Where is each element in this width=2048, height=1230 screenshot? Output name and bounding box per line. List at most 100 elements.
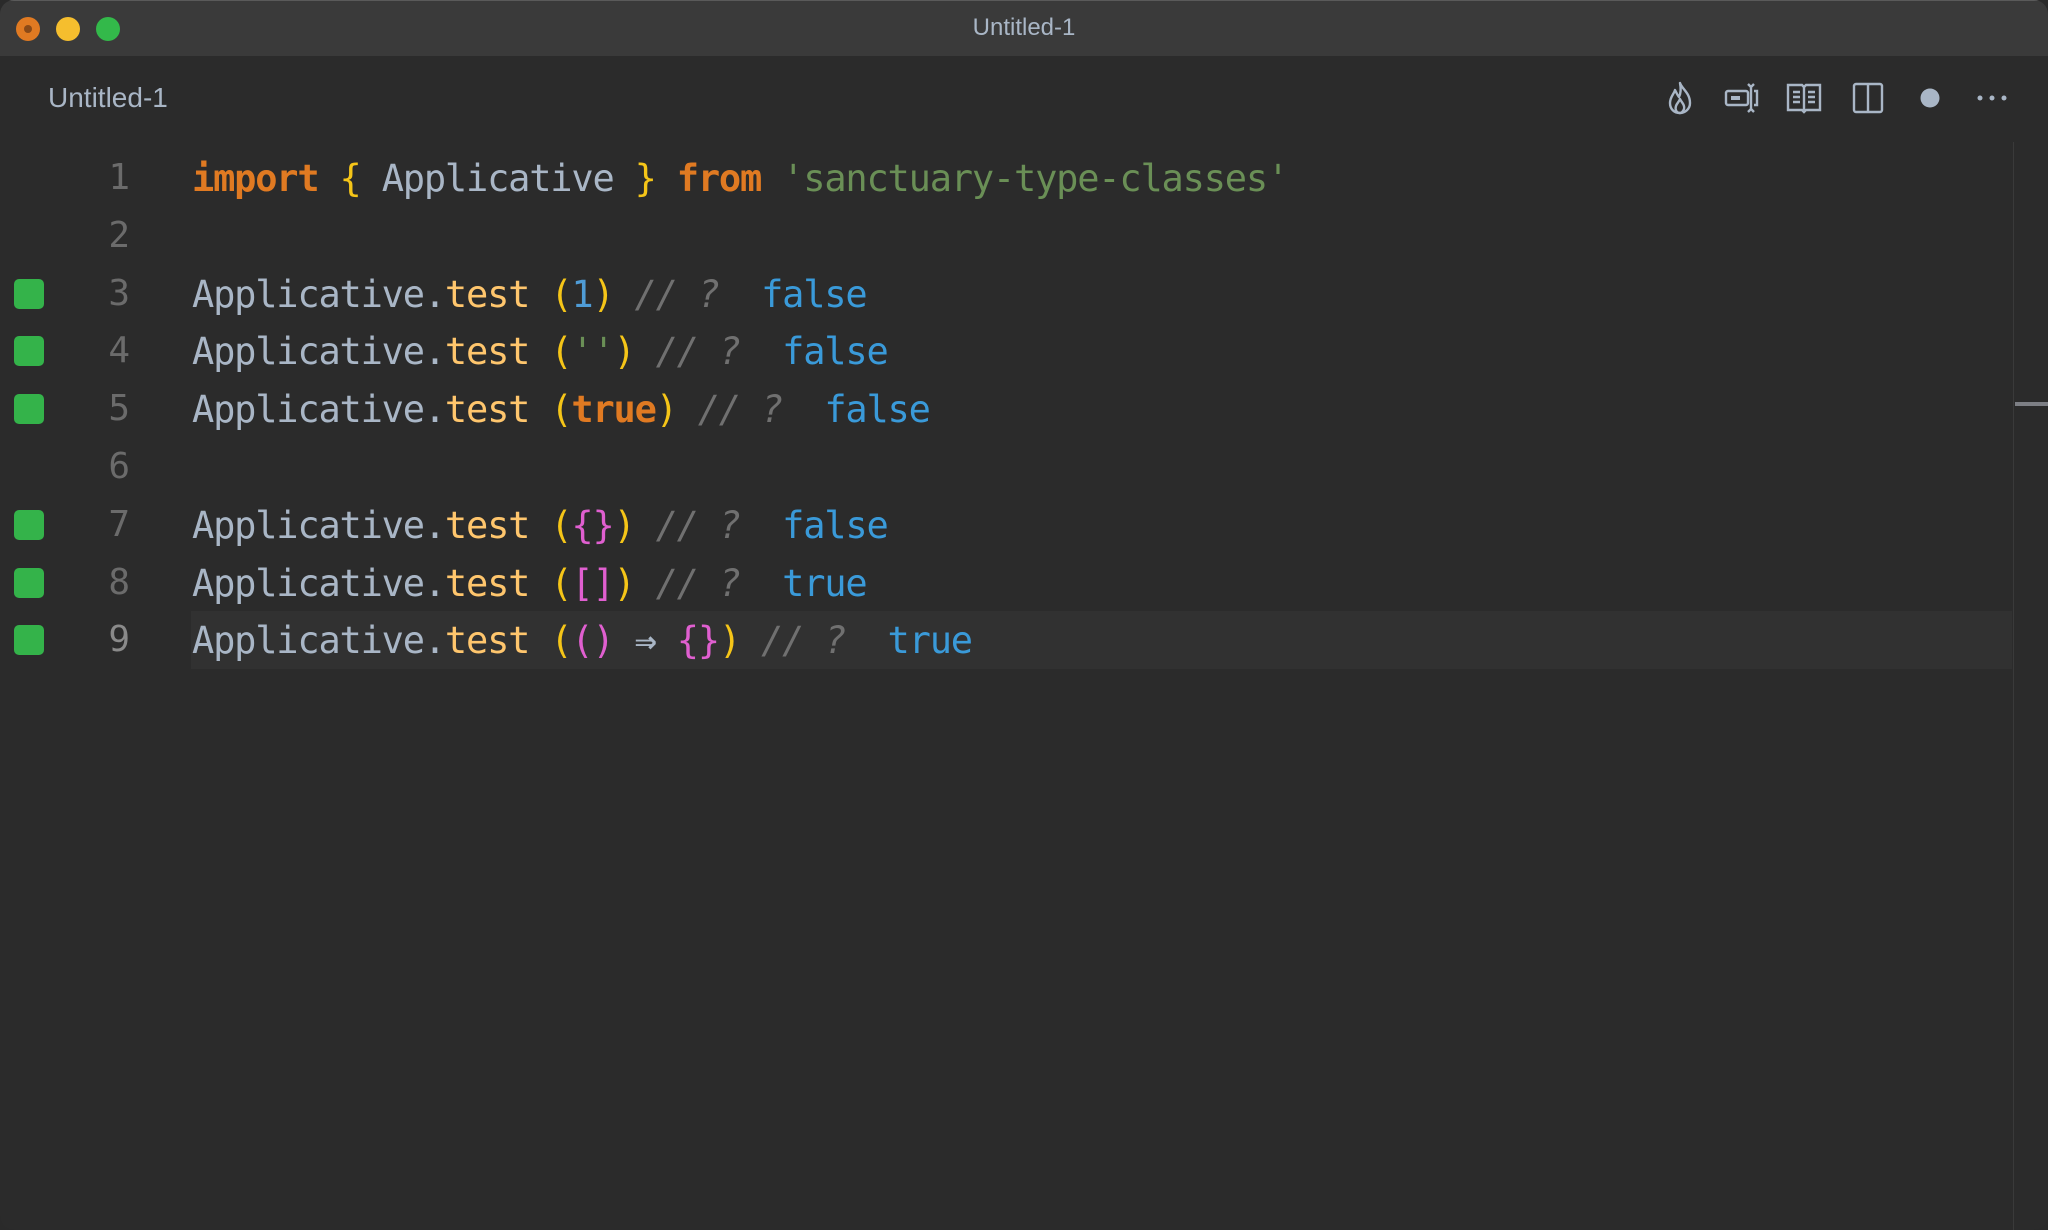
code-token: ) <box>613 561 636 605</box>
coverage-marker-icon[interactable] <box>14 567 44 598</box>
code-token: {} <box>571 503 614 547</box>
code-token: Applicative. <box>192 388 446 432</box>
code-text[interactable]: import { Applicative } from 'sanctuary-t… <box>192 157 1289 200</box>
code-token: { <box>339 157 362 200</box>
unsaved-dot-icon[interactable] <box>1910 78 1950 118</box>
code-token: Applicative. <box>192 503 446 547</box>
tab-untitled-1[interactable]: Untitled-1 <box>48 82 168 114</box>
code-token: Applicative. <box>192 619 446 663</box>
code-text[interactable]: Applicative.test (true) // ? false <box>192 388 931 432</box>
code-token: 'sanctuary-type-classes' <box>782 157 1289 200</box>
overview-ruler-marker <box>2015 402 2048 407</box>
code-token: test <box>444 330 531 374</box>
code-token: ( <box>550 388 572 432</box>
code-token: } <box>634 157 657 200</box>
window-title: Untitled-1 <box>972 14 1076 41</box>
line-number: 2 <box>108 214 130 256</box>
split-editor-icon[interactable] <box>1848 78 1888 118</box>
code-token: ( <box>550 330 572 374</box>
code-token: ( <box>550 619 572 663</box>
code-line[interactable]: 1 import { Applicative } from 'sanctuary-… <box>0 149 2012 207</box>
code-text[interactable]: Applicative.test ([]) // ? true <box>192 561 868 605</box>
inline-result: true <box>887 619 974 663</box>
flame-icon[interactable] <box>1660 78 1700 118</box>
code-line[interactable]: 6 <box>0 438 2012 496</box>
code-text[interactable]: Applicative.test (() ⇒ {}) // ? true <box>192 619 974 663</box>
code-token: ) <box>655 388 678 432</box>
tab-bar: Untitled-1 <box>0 56 2048 142</box>
code-line[interactable]: 5 Applicative.test (true) // ? false <box>0 380 2012 438</box>
more-actions-icon[interactable] <box>1972 78 2012 118</box>
coverage-marker-icon[interactable] <box>14 336 44 367</box>
code-token: test <box>444 561 531 605</box>
code-token: test <box>444 272 531 316</box>
vertical-scrollbar[interactable] <box>2013 142 2048 1230</box>
code-token: '' <box>571 330 614 374</box>
code-token: ( <box>550 503 572 547</box>
code-token: Applicative <box>360 157 635 200</box>
code-token: // ? <box>634 503 783 547</box>
code-token: () <box>571 619 614 663</box>
coverage-marker-icon[interactable] <box>14 394 44 425</box>
code-line[interactable]: 3 Applicative.test (1) // ? false <box>0 265 2012 323</box>
code-token: // ? <box>676 388 825 432</box>
code-token: 1 <box>571 272 593 316</box>
line-number: 6 <box>108 446 130 487</box>
code-token: import <box>192 157 320 200</box>
code-token: Applicative. <box>192 272 446 316</box>
code-text[interactable]: Applicative.test ({}) // ? false <box>192 503 889 547</box>
code-token: ) <box>613 503 636 547</box>
line-number: 8 <box>108 561 130 603</box>
inline-result: false <box>761 272 868 316</box>
open-preview-icon[interactable] <box>1784 78 1824 118</box>
line-number: 9 <box>108 619 130 661</box>
code-token: [] <box>571 561 614 605</box>
code-line[interactable]: 2 <box>0 207 2012 265</box>
text-cursor-icon[interactable] <box>1722 78 1762 118</box>
code-token: ⇒ <box>634 619 657 663</box>
title-bar: Untitled-1 <box>0 0 2048 56</box>
coverage-marker-icon[interactable] <box>14 625 44 656</box>
inline-result: false <box>824 388 931 432</box>
inline-result: false <box>782 503 889 547</box>
code-line[interactable]: 9 Applicative.test (() ⇒ {}) // ? true <box>0 611 2012 670</box>
line-number: 4 <box>108 330 130 372</box>
code-token: // ? <box>634 330 783 374</box>
code-editor[interactable]: 1 import { Applicative } from 'sanctuary-… <box>0 142 2012 1230</box>
coverage-marker-icon[interactable] <box>14 278 44 309</box>
code-token: ( <box>550 272 572 316</box>
code-token: // ? <box>634 561 783 605</box>
code-text[interactable]: Applicative.test ('') // ? false <box>192 330 889 374</box>
code-token: test <box>444 619 531 663</box>
code-token: test <box>444 388 531 432</box>
line-number: 1 <box>108 157 130 198</box>
code-line[interactable]: 8 Applicative.test ([]) // ? true <box>0 554 2012 612</box>
code-token: // ? <box>613 272 762 316</box>
code-token: // ? <box>740 619 888 663</box>
code-token: Applicative. <box>192 561 446 605</box>
code-token: from <box>676 157 763 200</box>
line-number: 5 <box>108 388 130 430</box>
code-token: Applicative. <box>192 330 446 374</box>
code-text[interactable]: Applicative.test (1) // ? false <box>192 272 868 316</box>
code-token: ) <box>592 272 614 316</box>
code-token: ( <box>550 561 572 605</box>
inline-result: false <box>782 330 889 374</box>
code-token: true <box>571 388 657 432</box>
code-line[interactable]: 4 Applicative.test ('') // ? false <box>0 322 2012 380</box>
code-line[interactable]: 7 Applicative.test ({}) // ? false <box>0 496 2012 554</box>
coverage-marker-icon[interactable] <box>14 509 44 540</box>
code-token: ) <box>613 330 636 374</box>
line-number: 3 <box>108 272 130 314</box>
editor-window: Untitled-1 Untitled-1 1 import {Applica… <box>0 0 2048 1230</box>
